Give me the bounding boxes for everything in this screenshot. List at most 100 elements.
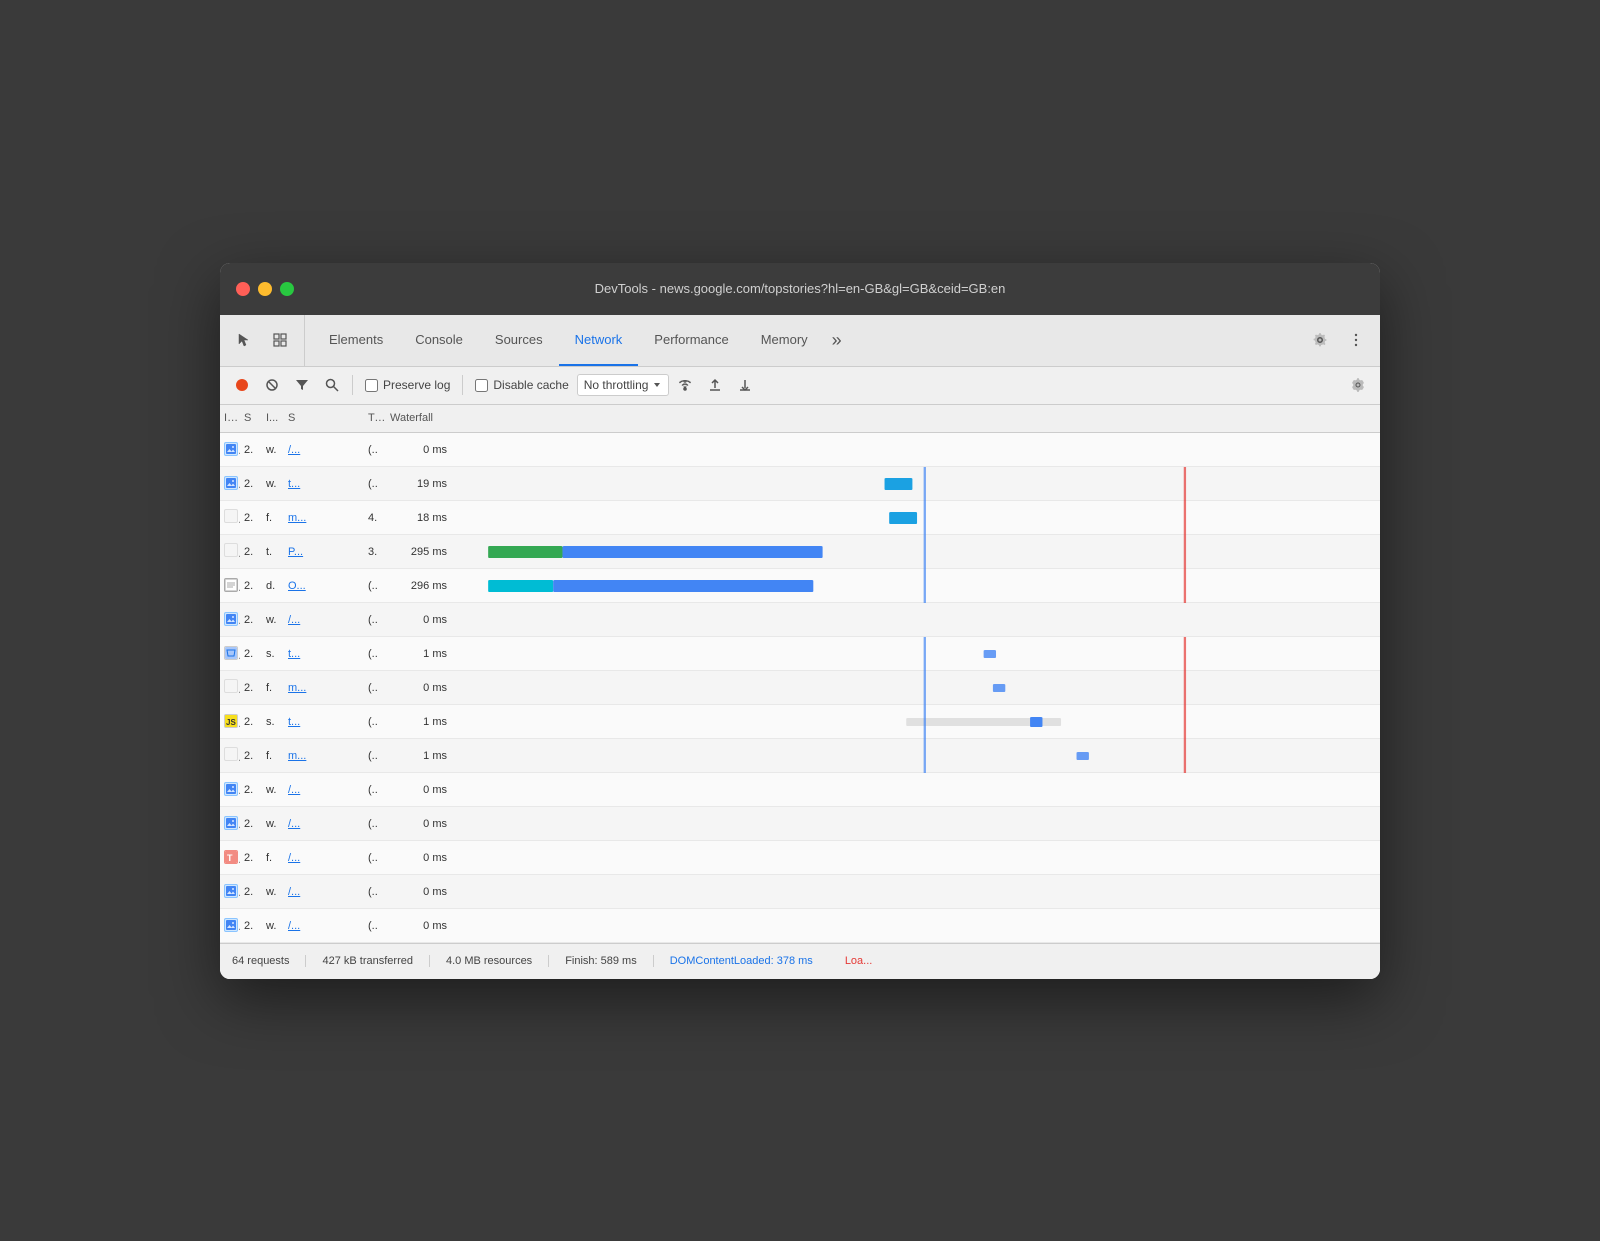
transferred-size: 427 kB transferred (306, 955, 430, 967)
row-col4: (.. (364, 784, 386, 796)
table-row[interactable]: 2. w. /... (.. 0 ms (220, 603, 1380, 637)
row-time: 0 ms (386, 920, 451, 932)
table-header: I▼ S I... S Time Waterfall (220, 405, 1380, 433)
network-conditions-icon[interactable] (671, 371, 699, 399)
row-col4: (.. (364, 818, 386, 830)
table-row[interactable]: 2. f. m... (.. 1 ms (220, 739, 1380, 773)
tab-console[interactable]: Console (399, 315, 479, 366)
toolbar-divider-2 (462, 375, 463, 395)
settings-gear-icon[interactable] (1304, 324, 1336, 356)
row-waterfall (451, 603, 1380, 637)
tab-performance[interactable]: Performance (638, 315, 744, 366)
row-icon-cell (220, 679, 240, 696)
row-col2: w. (262, 886, 284, 898)
row-col2: f. (262, 512, 284, 524)
tab-memory[interactable]: Memory (745, 315, 824, 366)
row-col2: f. (262, 682, 284, 694)
table-row[interactable]: 2. f. m... (.. 0 ms (220, 671, 1380, 705)
network-settings-icon[interactable] (1344, 371, 1372, 399)
row-waterfall (451, 501, 1380, 535)
dom-content-loaded: DOMContentLoaded: 378 ms (654, 955, 829, 967)
table-row[interactable]: 2. d. O... (.. 296 ms (220, 569, 1380, 603)
load-time: Loa... (829, 955, 889, 967)
table-row[interactable]: 2. f. m... 4. 18 ms (220, 501, 1380, 535)
download-icon[interactable] (731, 371, 759, 399)
row-col4: (.. (364, 852, 386, 864)
row-waterfall (451, 705, 1380, 739)
row-col1: 2. (240, 546, 262, 558)
table-row[interactable]: JS 2. s. t... (.. 1 ms (220, 705, 1380, 739)
table-row[interactable]: 2. w. /... (.. 0 ms (220, 807, 1380, 841)
row-col1: 2. (240, 682, 262, 694)
col-time-header[interactable]: Time (364, 412, 386, 424)
table-row[interactable]: 2. s. t... (.. 1 ms (220, 637, 1380, 671)
row-waterfall (451, 671, 1380, 705)
close-button[interactable] (236, 282, 250, 296)
record-button[interactable] (228, 371, 256, 399)
row-name: /... (284, 920, 364, 932)
table-row[interactable]: 2. w. /... (.. 0 ms (220, 909, 1380, 943)
table-row[interactable]: 2. w. /... (.. 0 ms (220, 875, 1380, 909)
throttle-select[interactable]: No throttling (577, 374, 670, 396)
tab-sources[interactable]: Sources (479, 315, 559, 366)
disable-cache-label[interactable]: Disable cache (469, 378, 574, 392)
row-waterfall (451, 637, 1380, 671)
row-col2: w. (262, 818, 284, 830)
row-col4: (.. (364, 716, 386, 728)
row-icon-cell (220, 816, 240, 831)
row-time: 295 ms (386, 546, 451, 558)
table-row[interactable]: 2. w. /... (.. 0 ms (220, 433, 1380, 467)
row-icon-cell (220, 646, 240, 662)
window-title: DevTools - news.google.com/topstories?hl… (595, 281, 1006, 296)
more-tabs-button[interactable]: » (824, 315, 850, 366)
inspect-icon[interactable] (264, 324, 296, 356)
row-col2: w. (262, 444, 284, 456)
row-name: t... (284, 648, 364, 660)
col-method-header[interactable]: S (240, 412, 262, 424)
col-type-header[interactable]: I... (262, 412, 284, 424)
row-col4: (.. (364, 682, 386, 694)
maximize-button[interactable] (280, 282, 294, 296)
row-name: P... (284, 546, 364, 558)
cursor-icon[interactable] (228, 324, 260, 356)
row-name: /... (284, 818, 364, 830)
col-status-header[interactable]: I▼ (220, 412, 240, 424)
row-name: m... (284, 682, 364, 694)
row-col1: 2. (240, 512, 262, 524)
row-time: 19 ms (386, 478, 451, 490)
col-waterfall-header: Waterfall (386, 412, 451, 424)
row-col1: 2. (240, 852, 262, 864)
row-time: 0 ms (386, 818, 451, 830)
row-col4: 4. (364, 512, 386, 524)
table-row[interactable]: 2. t. P... 3. 295 ms (220, 535, 1380, 569)
row-col2: f. (262, 852, 284, 864)
table-row[interactable]: T 2. f. /... (.. 0 ms (220, 841, 1380, 875)
tab-elements[interactable]: Elements (313, 315, 399, 366)
row-waterfall (451, 433, 1380, 467)
row-name: m... (284, 512, 364, 524)
minimize-button[interactable] (258, 282, 272, 296)
row-col2: d. (262, 580, 284, 592)
row-waterfall (451, 739, 1380, 773)
network-table: I▼ S I... S Time Waterfall 2. w. /... (.… (220, 405, 1380, 943)
tab-network[interactable]: Network (559, 315, 639, 366)
requests-count: 64 requests (232, 955, 306, 967)
more-options-icon[interactable] (1340, 324, 1372, 356)
filter-button[interactable] (288, 371, 316, 399)
table-row[interactable]: 2. w. /... (.. 0 ms (220, 773, 1380, 807)
search-button[interactable] (318, 371, 346, 399)
preserve-log-label[interactable]: Preserve log (359, 378, 456, 392)
disable-cache-checkbox[interactable] (475, 379, 488, 392)
row-name: /... (284, 784, 364, 796)
tabs-bar: Elements Console Sources Network Perform… (220, 315, 1380, 367)
upload-icon[interactable] (701, 371, 729, 399)
row-icon-cell: JS (220, 714, 240, 730)
table-row[interactable]: 2. w. t... (.. 19 ms (220, 467, 1380, 501)
row-col4: 3. (364, 546, 386, 558)
row-col4: (.. (364, 478, 386, 490)
clear-button[interactable] (258, 371, 286, 399)
row-time: 0 ms (386, 444, 451, 456)
col-initiator-header[interactable]: S (284, 412, 364, 424)
preserve-log-checkbox[interactable] (365, 379, 378, 392)
status-bar: 64 requests 427 kB transferred 4.0 MB re… (220, 943, 1380, 979)
